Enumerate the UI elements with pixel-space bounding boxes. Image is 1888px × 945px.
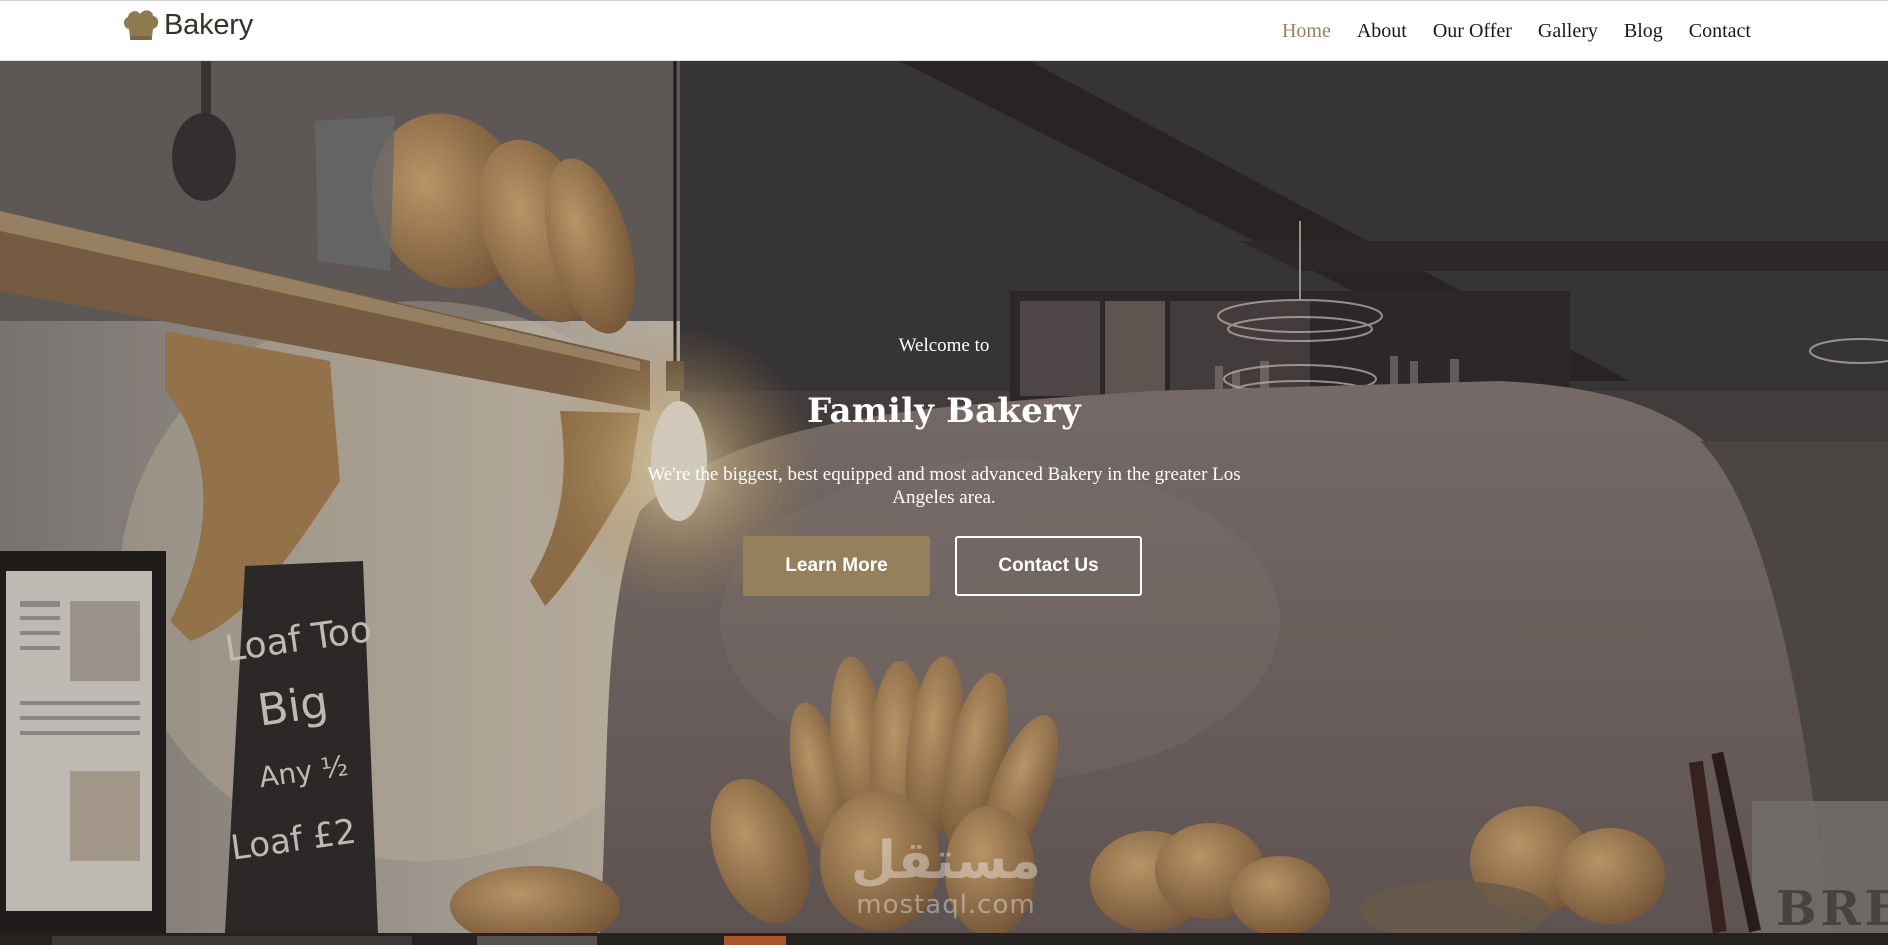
- hero-section: Loaf Too Big Any ½ Loaf £2 BRE Welcome t…: [0, 61, 1888, 933]
- chef-hat-icon: [123, 10, 159, 40]
- nav-home[interactable]: Home: [1282, 19, 1331, 43]
- nav-gallery[interactable]: Gallery: [1538, 19, 1598, 43]
- watermark-latin: mostaql.com: [856, 890, 1036, 920]
- brand-logo[interactable]: Bakery: [121, 7, 253, 43]
- strip-segment: [52, 936, 412, 945]
- nav-contact[interactable]: Contact: [1689, 19, 1751, 43]
- hero-eyebrow: Welcome to: [898, 335, 990, 356]
- strip-segment: [724, 936, 786, 945]
- watermark-arabic: مستقل: [850, 831, 1042, 891]
- nav-blog[interactable]: Blog: [1624, 19, 1663, 43]
- hero-content: Welcome to Family Bakery We're the bigge…: [0, 61, 1888, 933]
- bottom-strip: [0, 933, 1888, 945]
- nav-about[interactable]: About: [1357, 19, 1407, 43]
- hero-title: Family Bakery: [807, 391, 1081, 431]
- hero-description: We're the biggest, best equipped and mos…: [647, 464, 1241, 508]
- strip-segment: [477, 936, 597, 945]
- watermark: مستقل mostaql.com: [826, 831, 1066, 931]
- contact-us-button[interactable]: Contact Us: [955, 536, 1142, 596]
- learn-more-button[interactable]: Learn More: [743, 536, 930, 596]
- main-nav: Home About Our Offer Gallery Blog Contac…: [1282, 19, 1751, 43]
- nav-our-offer[interactable]: Our Offer: [1433, 19, 1512, 43]
- site-header: Bakery Home About Our Offer Gallery Blog…: [0, 0, 1888, 61]
- brand-name: Bakery: [164, 8, 254, 41]
